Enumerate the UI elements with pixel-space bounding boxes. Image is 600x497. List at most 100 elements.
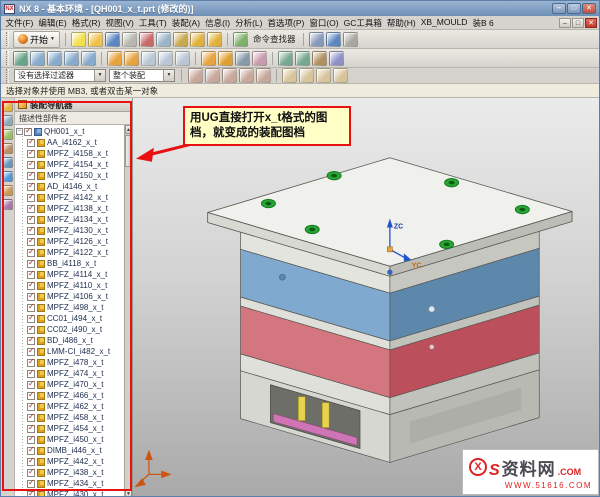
- front-view-icon[interactable]: [158, 51, 173, 66]
- assembly-tree-row[interactable]: ✓ AA_i4162_x_t: [15, 137, 132, 148]
- edit-object-display-icon[interactable]: [329, 51, 344, 66]
- hd3d-tools-icon[interactable]: [2, 157, 13, 168]
- mid-point-icon[interactable]: [222, 68, 237, 83]
- assembly-tree-row[interactable]: ✓ MPFZ_i462_x_t: [15, 401, 132, 412]
- component-checkbox[interactable]: ✓: [27, 304, 35, 312]
- shaded-with-edges-icon[interactable]: [201, 51, 216, 66]
- assembly-tree-row[interactable]: ✓ MPFZ_i4110_x_t: [15, 280, 132, 291]
- document-close-button[interactable]: ✕: [585, 18, 597, 28]
- scroll-down-icon[interactable]: ▼: [125, 489, 132, 497]
- menu-item[interactable]: 信息(I): [203, 17, 233, 29]
- mold-assembly-model[interactable]: ZC YC: [133, 98, 599, 496]
- assembly-tree-row[interactable]: ✓ MPFZ_i498_x_t: [15, 302, 132, 313]
- component-checkbox[interactable]: ✓: [27, 227, 35, 235]
- assembly-tree-row[interactable]: ✓ BB_i4118_x_t: [15, 258, 132, 269]
- assembly-tree-row[interactable]: ✓ MPFZ_i458_x_t: [15, 412, 132, 423]
- isometric-view-icon[interactable]: [124, 51, 139, 66]
- document-restore-button[interactable]: □: [572, 18, 584, 28]
- pan-icon[interactable]: [64, 51, 79, 66]
- selection-filter-dropdown[interactable]: 没有选择过滤器 ▼: [14, 69, 106, 82]
- component-checkbox[interactable]: ✓: [24, 128, 32, 136]
- start-menu-button[interactable]: 开始 ▼: [13, 31, 60, 48]
- graphics-window[interactable]: ZC YC 用UG直接打开x_t格式的图档，就变成的装配图档: [133, 98, 599, 497]
- cooling-hole[interactable]: [429, 306, 435, 312]
- assembly-tree-root-row[interactable]: − ✓ QH001_x_t: [15, 126, 132, 137]
- primitive-sphere-icon[interactable]: [333, 68, 348, 83]
- component-checkbox[interactable]: ✓: [27, 414, 35, 422]
- assembly-tree-row[interactable]: ✓ MPFZ_i434_x_t: [15, 478, 132, 489]
- component-checkbox[interactable]: ✓: [27, 458, 35, 466]
- assembly-tree-row[interactable]: ✓ CC01_i494_x_t: [15, 313, 132, 324]
- document-minimize-button[interactable]: –: [559, 18, 571, 28]
- scroll-up-icon[interactable]: ▲: [125, 125, 132, 134]
- assembly-tree-row[interactable]: ✓ MPFZ_i466_x_t: [15, 390, 132, 401]
- top-view-icon[interactable]: [141, 51, 156, 66]
- menu-item[interactable]: 窗口(O): [307, 17, 341, 29]
- collapse-expander-icon[interactable]: −: [16, 128, 23, 135]
- cooling-hole[interactable]: [429, 344, 434, 349]
- component-checkbox[interactable]: ✓: [27, 150, 35, 158]
- component-checkbox[interactable]: ✓: [27, 359, 35, 367]
- component-checkbox[interactable]: ✓: [27, 260, 35, 268]
- cut-icon[interactable]: [139, 32, 154, 47]
- undo-icon[interactable]: [190, 32, 205, 47]
- assembly-tree-row[interactable]: ✓ MPFZ_i454_x_t: [15, 423, 132, 434]
- navigator-scrollbar[interactable]: ▲ ▼: [124, 125, 132, 497]
- ejector-pin[interactable]: [298, 397, 305, 421]
- move-component-icon[interactable]: [295, 51, 310, 66]
- history-palette-icon[interactable]: [2, 185, 13, 196]
- primitive-cylinder-icon[interactable]: [299, 68, 314, 83]
- chevron-down-icon[interactable]: ▼: [163, 70, 174, 81]
- assembly-tree-row[interactable]: ✓ MPFZ_i4114_x_t: [15, 269, 132, 280]
- wave-geometry-icon[interactable]: [312, 51, 327, 66]
- roles-icon[interactable]: [2, 199, 13, 210]
- component-checkbox[interactable]: ✓: [27, 392, 35, 400]
- component-checkbox[interactable]: ✓: [27, 282, 35, 290]
- component-checkbox[interactable]: ✓: [27, 326, 35, 334]
- component-checkbox[interactable]: ✓: [27, 172, 35, 180]
- web-browser-icon[interactable]: [2, 171, 13, 182]
- paste-icon[interactable]: [173, 32, 188, 47]
- assembly-tree-row[interactable]: ✓ MPFZ_i4158_x_t: [15, 148, 132, 159]
- end-point-icon[interactable]: [205, 68, 220, 83]
- constraint-navigator-icon[interactable]: [2, 115, 13, 126]
- scrollbar-thumb[interactable]: [125, 135, 132, 167]
- touch-mode-icon[interactable]: [343, 32, 358, 47]
- new-file-icon[interactable]: [71, 32, 86, 47]
- component-checkbox[interactable]: ✓: [27, 436, 35, 444]
- assembly-tree-row[interactable]: ✓ MPFZ_i450_x_t: [15, 434, 132, 445]
- component-checkbox[interactable]: ✓: [27, 161, 35, 169]
- assembly-tree-row[interactable]: ✓ MPFZ_i438_x_t: [15, 467, 132, 478]
- component-checkbox[interactable]: ✓: [27, 403, 35, 411]
- toolbar-grip[interactable]: [6, 69, 9, 83]
- menu-item[interactable]: 视图(V): [103, 17, 136, 29]
- menu-item[interactable]: 装B 6: [470, 17, 496, 29]
- wireframe-icon[interactable]: [235, 51, 250, 66]
- right-view-icon[interactable]: [175, 51, 190, 66]
- help-icon[interactable]: [326, 32, 341, 47]
- toolbar-grip[interactable]: [6, 32, 9, 46]
- open-file-icon[interactable]: [88, 32, 103, 47]
- window-icon[interactable]: [309, 32, 324, 47]
- menu-item[interactable]: 文件(F): [3, 17, 36, 29]
- column-header[interactable]: 描述性部件名: [15, 112, 132, 125]
- component-checkbox[interactable]: ✓: [27, 480, 35, 488]
- selection-scope-dropdown[interactable]: 整个装配 ▼: [109, 69, 175, 82]
- redo-icon[interactable]: [207, 32, 222, 47]
- component-checkbox[interactable]: ✓: [27, 370, 35, 378]
- toolbar-grip[interactable]: [6, 51, 9, 65]
- copy-icon[interactable]: [156, 32, 171, 47]
- snap-point-icon[interactable]: [188, 68, 203, 83]
- component-checkbox[interactable]: ✓: [27, 447, 35, 455]
- component-checkbox[interactable]: ✓: [27, 216, 35, 224]
- menu-item[interactable]: 格式(R): [69, 17, 103, 29]
- component-checkbox[interactable]: ✓: [27, 183, 35, 191]
- cooling-hole[interactable]: [279, 274, 285, 280]
- component-checkbox[interactable]: ✓: [27, 381, 35, 389]
- menu-item[interactable]: 首选项(P): [265, 17, 307, 29]
- datum-point[interactable]: [387, 270, 392, 275]
- save-icon[interactable]: [105, 32, 120, 47]
- component-checkbox[interactable]: ✓: [27, 337, 35, 345]
- studio-render-icon[interactable]: [252, 51, 267, 66]
- refresh-icon[interactable]: [13, 51, 28, 66]
